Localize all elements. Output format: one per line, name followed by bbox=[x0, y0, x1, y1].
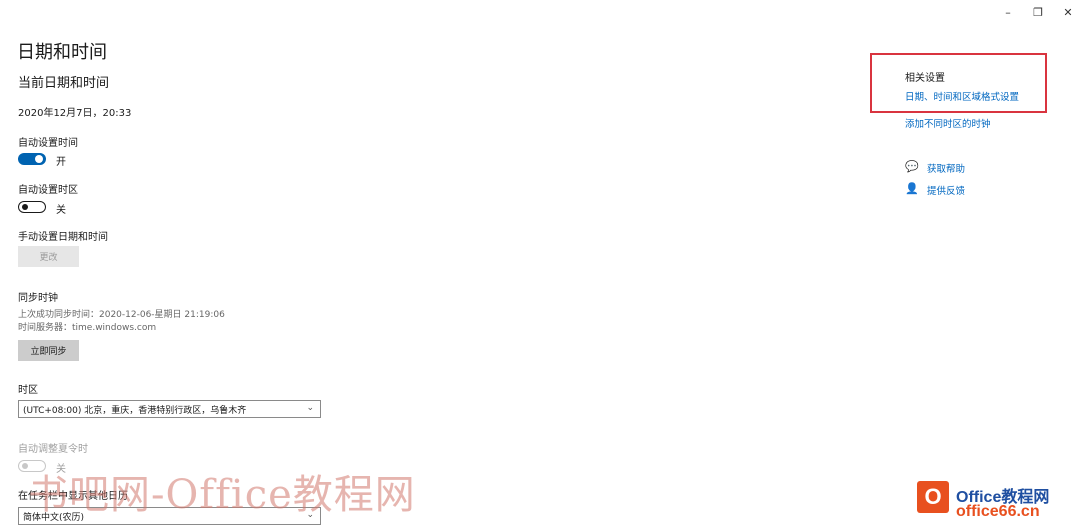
current-datetime: 2020年12月7日，20:33 bbox=[18, 108, 132, 119]
minimize-button[interactable]: – bbox=[996, 4, 1020, 20]
manual-datetime-label: 手动设置日期和时间 bbox=[18, 232, 108, 243]
date-region-format-link[interactable]: 日期、时间和区域格式设置 bbox=[905, 89, 1019, 103]
get-help-link[interactable]: 获取帮助 bbox=[927, 161, 965, 175]
chevron-down-icon: ⌄ bbox=[306, 403, 314, 413]
office-logo-icon: O bbox=[917, 481, 949, 513]
auto-timezone-label: 自动设置时区 bbox=[18, 185, 78, 196]
sync-now-button[interactable]: 立即同步 bbox=[18, 340, 79, 361]
auto-timezone-state: 关 bbox=[56, 205, 66, 216]
last-sync-text: 上次成功同步时间：2020-12-06-星期日 21:19:06 bbox=[18, 310, 225, 320]
feedback-icon: 👤 bbox=[905, 182, 919, 195]
add-clocks-link[interactable]: 添加不同时区的时钟 bbox=[905, 116, 991, 130]
highlight-box bbox=[870, 53, 1047, 113]
timezone-select[interactable]: (UTC+08:00) 北京，重庆，香港特别行政区，乌鲁木齐 ⌄ bbox=[18, 400, 321, 418]
restore-button[interactable]: ❐ bbox=[1026, 4, 1050, 20]
page-title: 日期和时间 bbox=[17, 42, 107, 63]
auto-timezone-toggle[interactable] bbox=[18, 201, 46, 213]
time-server-text: 时间服务器：time.windows.com bbox=[18, 323, 157, 333]
related-settings-title: 相关设置 bbox=[905, 73, 945, 84]
auto-time-state: 开 bbox=[56, 157, 66, 168]
timezone-value: (UTC+08:00) 北京，重庆，香港特别行政区，乌鲁木齐 bbox=[23, 405, 247, 416]
auto-time-toggle[interactable] bbox=[18, 153, 46, 165]
sync-label: 同步时钟 bbox=[18, 293, 58, 304]
close-button[interactable]: ✕ bbox=[1056, 4, 1080, 20]
change-button[interactable]: 更改 bbox=[18, 246, 79, 267]
auto-time-label: 自动设置时间 bbox=[18, 138, 78, 149]
chat-bubble-icon: 💬 bbox=[905, 160, 919, 173]
dst-label: 自动调整夏令时 bbox=[18, 444, 88, 455]
section-title: 当前日期和时间 bbox=[18, 76, 110, 91]
logo-line2: office66.cn bbox=[956, 503, 1040, 520]
feedback-link[interactable]: 提供反馈 bbox=[927, 183, 965, 197]
timezone-label: 时区 bbox=[18, 385, 38, 396]
watermark-text: 书吧网-Office教程网 bbox=[28, 472, 416, 518]
